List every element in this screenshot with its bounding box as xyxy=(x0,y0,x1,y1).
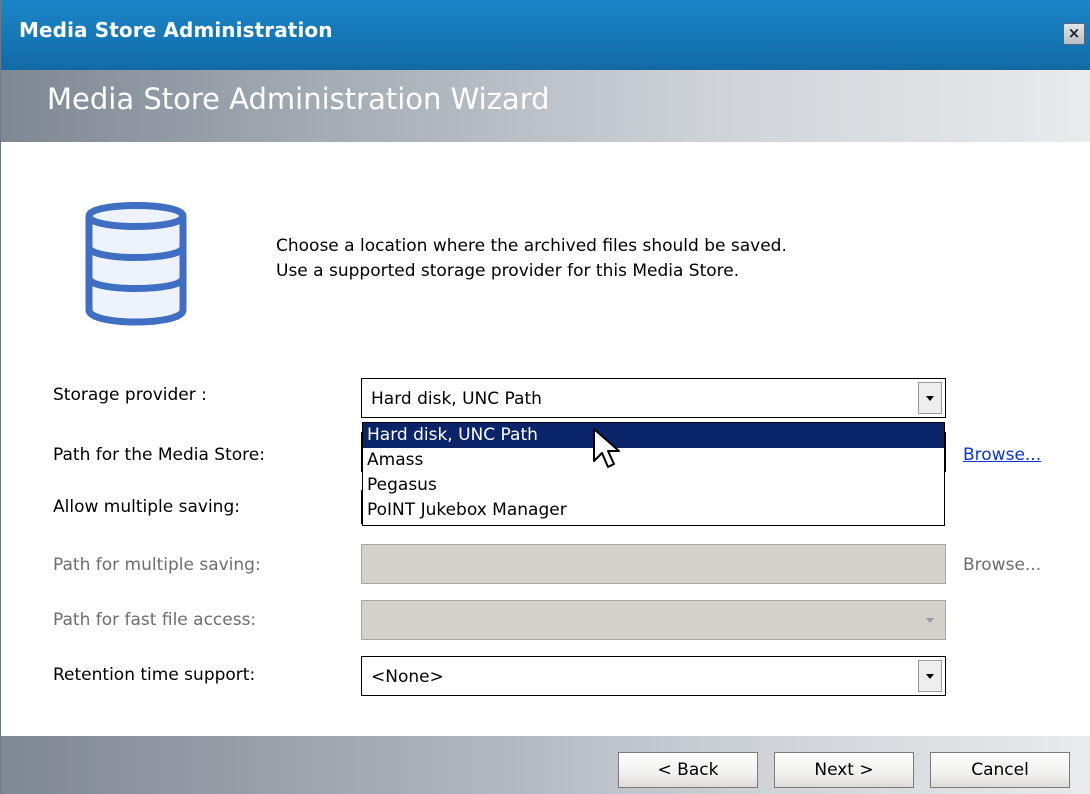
retention-label: Retention time support: xyxy=(53,665,256,685)
database-icon xyxy=(85,202,187,326)
wizard-banner: Media Store Administration Wizard xyxy=(1,70,1090,142)
retention-dropdown-button[interactable] xyxy=(918,660,942,692)
option-amass[interactable]: Amass xyxy=(363,448,944,473)
multiple-path-browse-link[interactable]: Browse... xyxy=(963,555,1041,575)
multiple-path-label: Path for multiple saving: xyxy=(53,555,261,575)
multiple-path-input[interactable] xyxy=(361,544,946,584)
wizard-footer: < Back Next > Cancel xyxy=(1,736,1090,794)
fast-access-dropdown-button[interactable] xyxy=(918,604,942,636)
fast-access-label: Path for fast file access: xyxy=(53,610,257,630)
next-button[interactable]: Next > xyxy=(774,752,914,788)
storage-provider-select[interactable]: Hard disk, UNC Path xyxy=(361,378,946,418)
close-icon: × xyxy=(1067,24,1081,42)
title-bar: Media Store Administration × xyxy=(1,0,1090,70)
allow-multiple-label: Allow multiple saving: xyxy=(53,497,240,517)
media-store-browse-link[interactable]: Browse... xyxy=(963,445,1041,465)
mouse-cursor-icon xyxy=(593,428,620,468)
retention-select[interactable]: <None> xyxy=(361,656,946,696)
cancel-button[interactable]: Cancel xyxy=(930,752,1070,788)
close-button[interactable]: × xyxy=(1063,23,1085,45)
window-title: Media Store Administration xyxy=(19,18,333,42)
option-point-jukebox[interactable]: PoINT Jukebox Manager xyxy=(363,498,944,523)
storage-provider-dropdown-button[interactable] xyxy=(918,382,942,414)
back-button[interactable]: < Back xyxy=(618,752,758,788)
retention-value: <None> xyxy=(371,667,444,687)
storage-provider-options-list: Hard disk, UNC Path Amass Pegasus PoINT … xyxy=(362,422,945,526)
chevron-down-icon xyxy=(926,395,934,401)
wizard-title: Media Store Administration Wizard xyxy=(47,82,550,116)
chevron-down-icon xyxy=(926,617,934,623)
instruction-line-1: Choose a location where the archived fil… xyxy=(276,236,787,256)
storage-provider-value: Hard disk, UNC Path xyxy=(371,389,542,409)
fast-access-select[interactable] xyxy=(361,600,946,640)
instructions: Choose a location where the archived fil… xyxy=(276,234,787,284)
media-store-path-label: Path for the Media Store: xyxy=(53,445,265,465)
wizard-window: Media Store Administration × Media Store… xyxy=(0,0,1090,794)
option-hard-disk[interactable]: Hard disk, UNC Path xyxy=(363,423,944,448)
option-pegasus[interactable]: Pegasus xyxy=(363,473,944,498)
chevron-down-icon xyxy=(926,673,934,679)
instruction-line-2: Use a supported storage provider for thi… xyxy=(276,261,740,281)
storage-provider-label: Storage provider : xyxy=(53,385,207,405)
